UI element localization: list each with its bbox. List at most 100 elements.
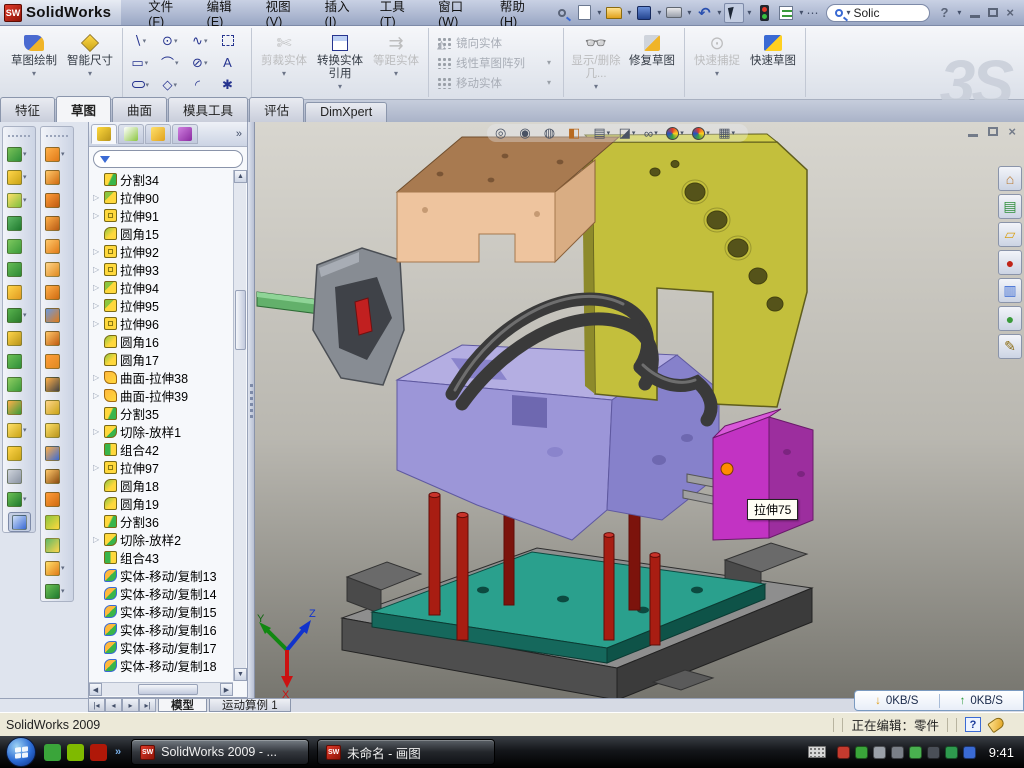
- quick-launch-icon[interactable]: [44, 744, 61, 761]
- tree-item[interactable]: ▷ 拉伸92: [91, 242, 233, 260]
- smart-dimension-button[interactable]: 智能尺寸 ▾: [62, 28, 118, 97]
- panel-tab[interactable]: [145, 124, 171, 144]
- taskbar-task[interactable]: SW SolidWorks 2009 - ...: [131, 739, 309, 765]
- tree-item[interactable]: ▷ 实体-移动/复制13: [91, 566, 233, 584]
- measure-tool-button[interactable]: [8, 512, 31, 532]
- new-document-arrow[interactable]: ▾: [597, 8, 601, 17]
- sketch-entity-button[interactable]: ✱ ▾: [217, 74, 247, 96]
- sketch-entity-button[interactable]: ∿ ▾: [187, 30, 217, 52]
- task-pane-button[interactable]: ▤: [998, 194, 1022, 219]
- sketch-entity-button[interactable]: A ▾: [217, 52, 247, 74]
- sketch-entity-button[interactable]: ▾: [127, 74, 157, 96]
- command-tab[interactable]: 模具工具: [168, 97, 248, 122]
- toolbar-grip[interactable]: [8, 135, 30, 138]
- task-pane-button[interactable]: ●: [998, 250, 1022, 275]
- tag-icon[interactable]: [987, 716, 1006, 734]
- view-tool-button[interactable]: ∞ ▾: [644, 126, 662, 141]
- clock[interactable]: 9:41: [989, 745, 1014, 760]
- toolbar-grip[interactable]: [46, 135, 68, 138]
- save-arrow[interactable]: ▾: [657, 8, 661, 17]
- feature-tool-button[interactable]: ▾: [7, 236, 31, 256]
- ribbon-list-item[interactable]: ◭ 镜向实体 ▾: [437, 35, 555, 51]
- view-tool-button[interactable]: ◎ ▾: [495, 125, 515, 141]
- task-pane-button[interactable]: ▱: [998, 222, 1022, 247]
- menu-item[interactable]: 视图(V): [253, 0, 312, 25]
- panel-tabs-overflow[interactable]: »: [236, 128, 245, 140]
- close-button[interactable]: ×: [1006, 5, 1014, 20]
- save-button[interactable]: [634, 3, 654, 23]
- sketch-entity-button[interactable]: ◇ ▾: [157, 74, 187, 96]
- tree-item[interactable]: ▷ 组合42: [91, 440, 233, 458]
- tree-filter-box[interactable]: [93, 150, 243, 168]
- feature-tool-button[interactable]: ▾: [7, 420, 31, 440]
- surface-tool-button[interactable]: ▾: [45, 282, 69, 302]
- surface-tool-button[interactable]: ▾: [45, 397, 69, 417]
- quick-launch-overflow[interactable]: »: [115, 746, 121, 758]
- view-tool-button[interactable]: ▦ ▾: [718, 125, 739, 141]
- feature-tool-button[interactable]: ▾: [7, 213, 31, 233]
- surface-tool-button[interactable]: ▾: [45, 167, 69, 187]
- feature-tool-button[interactable]: ▾: [7, 466, 31, 486]
- tree-item[interactable]: ▷ 拉伸91: [91, 206, 233, 224]
- menu-item[interactable]: 工具(T): [367, 0, 425, 25]
- surface-tool-button[interactable]: ▾: [45, 558, 69, 578]
- sketch-entity-button[interactable]: ⊙ ▾: [157, 30, 187, 52]
- scroll-left-arrow[interactable]: ◀: [89, 683, 102, 696]
- tree-item[interactable]: ▷ 圆角18: [91, 476, 233, 494]
- ribbon-list-item[interactable]: 线性草图阵列 ▾: [437, 55, 555, 71]
- tree-item[interactable]: ▷ 分割35: [91, 404, 233, 422]
- menu-item[interactable]: 文件(F): [135, 0, 193, 25]
- repair-sketch-button[interactable]: 修复草图: [624, 28, 680, 97]
- panel-splitter[interactable]: [248, 122, 255, 698]
- view-tool-button[interactable]: ◉ ▾: [519, 125, 539, 141]
- sketch-entity-button[interactable]: ◜ ▾: [187, 74, 217, 96]
- print-button[interactable]: [664, 3, 684, 23]
- task-pane-button[interactable]: ✎: [998, 334, 1022, 359]
- sketch-entity-button[interactable]: ▭ ▾: [127, 52, 157, 74]
- surface-tool-button[interactable]: ▾: [45, 489, 69, 509]
- tree-item[interactable]: ▷ 分割34: [91, 170, 233, 188]
- restore-button[interactable]: [988, 8, 998, 17]
- help-arrow[interactable]: ▾: [957, 8, 961, 17]
- tree-item[interactable]: ▷ 实体-移动/复制16: [91, 620, 233, 638]
- tray-icon[interactable]: [927, 746, 940, 759]
- view-tool-button[interactable]: ▾: [692, 127, 714, 140]
- tree-item[interactable]: ▷ 实体-移动/复制17: [91, 638, 233, 656]
- taskbar-task[interactable]: SW 未命名 - 画图: [317, 739, 495, 765]
- tray-icon[interactable]: [855, 746, 868, 759]
- menu-item[interactable]: 编辑(E): [194, 0, 253, 25]
- doc-nav-button[interactable]: ◂: [105, 699, 122, 712]
- view-tool-button[interactable]: ◍ ▾: [544, 125, 564, 141]
- tree-item[interactable]: ▷ 拉伸95: [91, 296, 233, 314]
- feature-tool-button[interactable]: ▾: [7, 489, 31, 509]
- tree-item[interactable]: ▷ 曲面-拉伸39: [91, 386, 233, 404]
- scroll-up-arrow[interactable]: ▲: [234, 170, 247, 183]
- tree-item[interactable]: ▷ 圆角17: [91, 350, 233, 368]
- command-tab[interactable]: 草图: [56, 96, 111, 122]
- search-input[interactable]: Solic: [853, 6, 879, 20]
- help-button[interactable]: ?: [940, 5, 948, 20]
- search-scope-arrow[interactable]: ▾: [846, 8, 850, 17]
- doc-tab[interactable]: 模型: [158, 699, 207, 712]
- feature-tool-button[interactable]: ▾: [7, 282, 31, 302]
- doc-minimize-button[interactable]: [968, 134, 978, 137]
- minimize-button[interactable]: [970, 15, 980, 18]
- surface-tool-button[interactable]: ▾: [45, 512, 69, 532]
- tree-item[interactable]: ▷ 拉伸90: [91, 188, 233, 206]
- tree-item[interactable]: ▷ 切除-放样2: [91, 530, 233, 548]
- surface-tool-button[interactable]: ▾: [45, 443, 69, 463]
- command-tab[interactable]: DimXpert: [305, 102, 387, 122]
- tree-item[interactable]: ▷ 拉伸94: [91, 278, 233, 296]
- tree-item[interactable]: ▷ 拉伸93: [91, 260, 233, 278]
- panel-tab[interactable]: [172, 124, 198, 144]
- undo-arrow[interactable]: ▾: [717, 8, 721, 17]
- start-button[interactable]: [6, 737, 36, 767]
- doc-nav-button[interactable]: |◂: [88, 699, 105, 712]
- doc-tab[interactable]: 运动算例 1: [209, 699, 291, 712]
- search-box[interactable]: ▾ Solic: [826, 4, 930, 22]
- task-pane-button[interactable]: ▥: [998, 278, 1022, 303]
- tray-icon[interactable]: [963, 746, 976, 759]
- command-tab[interactable]: 曲面: [112, 97, 167, 122]
- surface-tool-button[interactable]: ▾: [45, 144, 69, 164]
- feature-tool-button[interactable]: ▾: [7, 259, 31, 279]
